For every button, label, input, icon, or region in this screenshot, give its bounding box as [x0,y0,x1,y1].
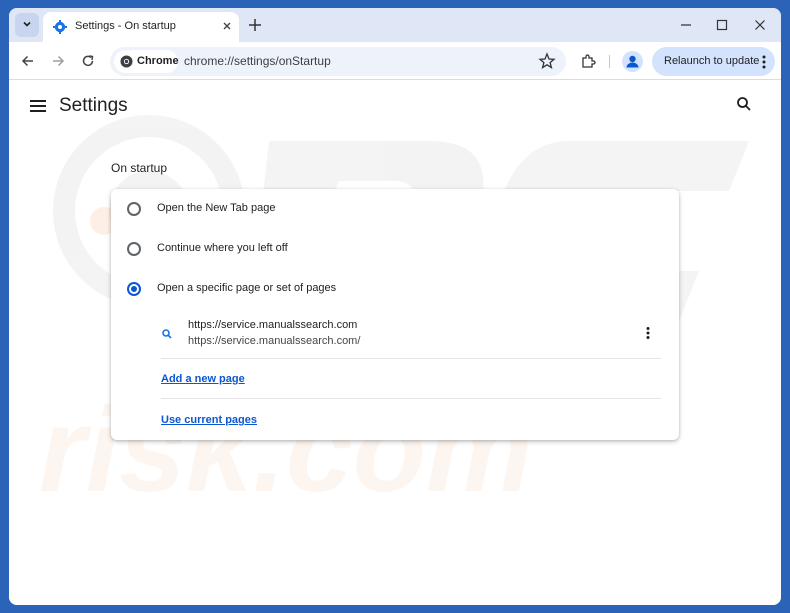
use-current-pages-row: Use current pages [161,400,661,440]
toolbar: Chrome chrome://settings/onStartup Relau… [9,42,781,80]
url-text[interactable]: chrome://settings/onStartup [184,54,331,68]
chevron-down-icon [22,19,32,32]
relaunch-label: Relaunch to update [664,55,760,67]
tab-strip: Settings - On startup [9,8,781,42]
entry-url: https://service.manualssearch.com/ [188,335,361,347]
chrome-chip-label: Chrome [137,55,179,67]
entry-title: https://service.manualssearch.com [188,319,358,331]
startup-page-entry: https://service.manualssearch.com https:… [161,315,661,359]
address-bar[interactable]: Chrome chrome://settings/onStartup [110,47,566,76]
option-label: Continue where you left off [157,242,288,254]
section-title: On startup [111,161,168,175]
maximize-icon[interactable] [710,14,734,36]
add-new-page-link[interactable]: Add a new page [161,373,245,385]
divider [161,398,661,399]
profile-icon[interactable] [622,51,643,72]
close-icon[interactable] [219,18,235,34]
on-startup-card: Open the New Tab page Continue where you… [111,189,679,440]
chrome-icon [120,55,133,73]
site-info-chip[interactable]: Chrome [114,50,179,73]
reload-icon[interactable] [77,50,99,72]
add-new-page-row: Add a new page [161,359,661,399]
more-icon[interactable] [645,326,651,340]
search-icon [161,327,173,339]
window-close-icon[interactable] [748,14,772,36]
minimize-icon[interactable] [674,14,698,36]
use-current-pages-link[interactable]: Use current pages [161,414,257,426]
star-icon[interactable] [538,52,556,70]
tab-search-button[interactable] [15,13,39,37]
tab-title: Settings - On startup [75,20,176,32]
option-label: Open the New Tab page [157,202,276,214]
radio-new-tab[interactable] [127,202,141,216]
settings-favicon-icon [53,20,67,34]
more-icon[interactable] [761,53,767,71]
option-label: Open a specific page or set of pages [157,282,337,294]
option-continue[interactable]: Continue where you left off [111,229,679,269]
browser-window: Settings - On startup Chrome chrome://se… [9,8,781,605]
option-specific-pages[interactable]: Open a specific page or set of pages [111,269,679,309]
radio-specific-pages[interactable] [127,282,141,296]
page-title: Settings [59,95,128,116]
radio-continue[interactable] [127,242,141,256]
settings-page: risk.com Settings On startup Open the Ne… [9,81,781,605]
toolbar-separator [609,55,610,68]
back-icon[interactable] [17,50,39,72]
plus-icon[interactable] [245,15,265,35]
extensions-icon[interactable] [577,50,599,72]
tab-settings[interactable]: Settings - On startup [43,12,239,42]
option-new-tab[interactable]: Open the New Tab page [111,189,679,229]
forward-icon[interactable] [47,50,69,72]
relaunch-button[interactable]: Relaunch to update [652,47,775,76]
search-icon[interactable] [736,96,752,112]
menu-icon[interactable] [30,99,46,112]
